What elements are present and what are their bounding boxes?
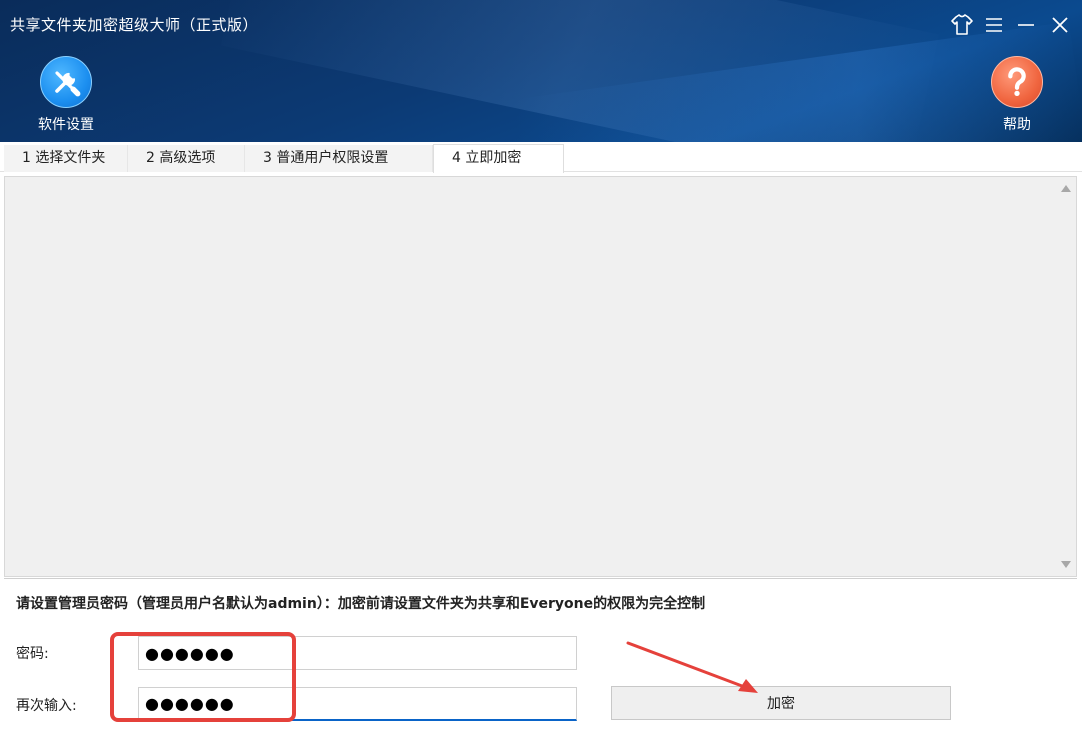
tab-select-folder[interactable]: 1 选择文件夹 [4, 145, 128, 172]
tools-icon [40, 56, 92, 108]
tab-encrypt-now[interactable]: 4 立即加密 [433, 144, 564, 173]
window-title: 共享文件夹加密超级大师（正式版） [10, 16, 259, 34]
help-button[interactable]: 帮助 [977, 56, 1057, 134]
annotation-highlight-box [110, 632, 296, 722]
scroll-up-icon[interactable] [1061, 185, 1071, 192]
tab-user-permissions[interactable]: 3 普通用户权限设置 [245, 145, 433, 172]
tab-advanced-options[interactable]: 2 高级选项 [128, 145, 245, 172]
vertical-scrollbar[interactable] [1057, 177, 1076, 576]
close-icon[interactable] [1047, 12, 1073, 38]
software-settings-label: 软件设置 [38, 117, 94, 133]
skin-icon[interactable] [949, 12, 975, 38]
question-icon [991, 56, 1043, 108]
tab-bar: 1 选择文件夹 2 高级选项 3 普通用户权限设置 4 立即加密 [0, 142, 1082, 173]
scroll-down-icon[interactable] [1061, 561, 1071, 568]
log-panel [4, 176, 1077, 577]
minimize-icon[interactable] [1013, 12, 1039, 38]
confirm-password-label: 再次输入: [16, 698, 77, 714]
title-bar-header: 共享文件夹加密超级大师（正式版） 软件设置 帮助 [0, 0, 1082, 142]
password-label: 密码: [16, 646, 49, 662]
password-form: 请设置管理员密码（管理员用户名默认为admin）：加密前请设置文件夹为共享和Ev… [4, 578, 1077, 730]
help-label: 帮助 [1003, 117, 1031, 133]
menu-icon[interactable] [981, 12, 1007, 38]
admin-password-hint: 请设置管理员密码（管理员用户名默认为admin）：加密前请设置文件夹为共享和Ev… [16, 596, 706, 612]
software-settings-button[interactable]: 软件设置 [26, 56, 106, 134]
annotation-arrow-icon [626, 641, 758, 693]
